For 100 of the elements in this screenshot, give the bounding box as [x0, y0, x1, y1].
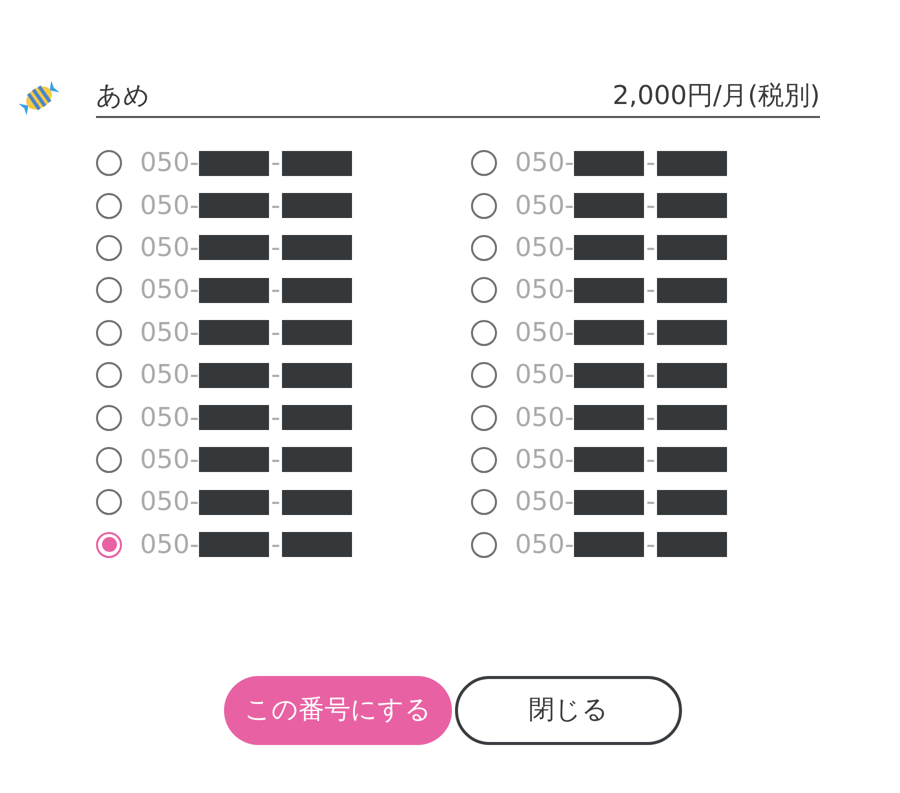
redaction-block	[574, 150, 644, 176]
radio-button[interactable]	[471, 320, 497, 346]
redaction-block	[199, 150, 270, 176]
redaction-block	[199, 532, 270, 558]
phone-number-separator: -	[271, 532, 280, 558]
radio-button[interactable]	[471, 234, 497, 261]
phone-number-prefix: 050-	[140, 532, 200, 558]
phone-number-prefix: 050-	[515, 234, 574, 261]
redaction-block	[282, 447, 352, 472]
phone-number-separator: -	[271, 150, 280, 176]
phone-number-separator: -	[646, 446, 656, 473]
radio-button[interactable]	[96, 532, 122, 558]
phone-number-separator: -	[271, 404, 280, 431]
redaction-block	[282, 405, 352, 430]
redaction-block	[657, 150, 728, 176]
phone-number-separator: -	[646, 532, 656, 558]
phone-number-separator: -	[271, 234, 280, 261]
phone-number-prefix: 050-	[140, 320, 200, 346]
redaction-block	[282, 532, 352, 558]
phone-number-separator: -	[271, 446, 280, 473]
phone-number-separator: -	[271, 320, 280, 346]
radio-button[interactable]	[96, 192, 122, 219]
redaction-block	[199, 320, 270, 346]
phone-number-prefix: 050-	[515, 489, 574, 516]
redaction-block	[657, 490, 728, 515]
redaction-block	[657, 447, 728, 472]
phone-number-prefix: 050-	[515, 446, 574, 473]
radio-button[interactable]	[471, 277, 497, 304]
radio-button[interactable]	[96, 362, 122, 388]
redaction-block	[282, 193, 352, 218]
redaction-block	[574, 490, 644, 515]
phone-number-separator: -	[271, 489, 280, 516]
redaction-block	[282, 235, 352, 260]
redaction-block	[199, 405, 270, 430]
redaction-block	[199, 362, 270, 388]
radio-button[interactable]	[96, 320, 122, 346]
redaction-block	[199, 235, 270, 260]
redaction-block	[574, 193, 644, 218]
phone-number-prefix: 050-	[140, 362, 200, 388]
radio-button[interactable]	[96, 404, 122, 431]
redaction-block	[574, 320, 644, 346]
redaction-block	[657, 362, 728, 388]
redaction-block	[282, 150, 352, 176]
redaction-block	[657, 320, 728, 346]
redaction-block	[199, 490, 270, 515]
redaction-block	[574, 362, 644, 388]
phone-number-prefix: 050-	[515, 277, 574, 304]
redaction-block	[657, 532, 728, 558]
phone-number-prefix: 050-	[515, 320, 574, 346]
redaction-block	[657, 193, 728, 218]
redaction-block	[657, 405, 728, 430]
phone-number-separator: -	[646, 489, 656, 516]
redaction-block	[282, 278, 352, 303]
phone-number-separator: -	[646, 404, 656, 431]
phone-number-separator: -	[271, 277, 280, 304]
phone-number-separator: -	[646, 320, 656, 346]
phone-number-prefix: 050-	[140, 150, 200, 176]
radio-button[interactable]	[471, 150, 497, 176]
phone-number-prefix: 050-	[140, 192, 200, 219]
phone-number-prefix: 050-	[515, 532, 574, 558]
phone-number-prefix: 050-	[515, 404, 574, 431]
redaction-block	[574, 405, 644, 430]
phone-number-prefix: 050-	[515, 192, 574, 219]
phone-number-prefix: 050-	[515, 150, 574, 176]
redaction-block	[199, 278, 270, 303]
redaction-block	[199, 193, 270, 218]
radio-button[interactable]	[96, 446, 122, 473]
phone-number-prefix: 050-	[140, 489, 200, 516]
redaction-block	[574, 447, 644, 472]
radio-button[interactable]	[96, 150, 122, 176]
radio-button[interactable]	[471, 489, 497, 516]
phone-number-separator: -	[646, 192, 656, 219]
phone-number-prefix: 050-	[140, 446, 200, 473]
radio-button[interactable]	[96, 489, 122, 516]
redaction-block	[282, 320, 352, 346]
phone-number-separator: -	[646, 362, 656, 388]
radio-button[interactable]	[471, 532, 497, 558]
plan-price: 2,000円/月(税別)	[612, 83, 820, 109]
phone-number-prefix: 050-	[140, 234, 200, 261]
plan-name: あめ	[96, 83, 150, 109]
radio-button[interactable]	[96, 234, 122, 261]
phone-number-separator: -	[646, 150, 656, 176]
radio-button[interactable]	[471, 362, 497, 388]
phone-number-prefix: 050-	[140, 404, 200, 431]
redaction-block	[657, 235, 728, 260]
redaction-block	[574, 532, 644, 558]
redaction-block	[282, 362, 352, 388]
radio-button[interactable]	[471, 446, 497, 473]
redaction-block	[657, 278, 728, 303]
close-button[interactable]: 閉じる	[455, 676, 682, 745]
redaction-block	[574, 278, 644, 303]
phone-number-separator: -	[271, 192, 280, 219]
redaction-block	[199, 447, 270, 472]
phone-number-separator: -	[646, 234, 656, 261]
radio-button[interactable]	[471, 192, 497, 219]
radio-button[interactable]	[96, 277, 122, 304]
redaction-block	[282, 490, 352, 515]
phone-number-separator: -	[646, 277, 656, 304]
radio-button[interactable]	[471, 404, 497, 431]
redaction-block	[574, 235, 644, 260]
